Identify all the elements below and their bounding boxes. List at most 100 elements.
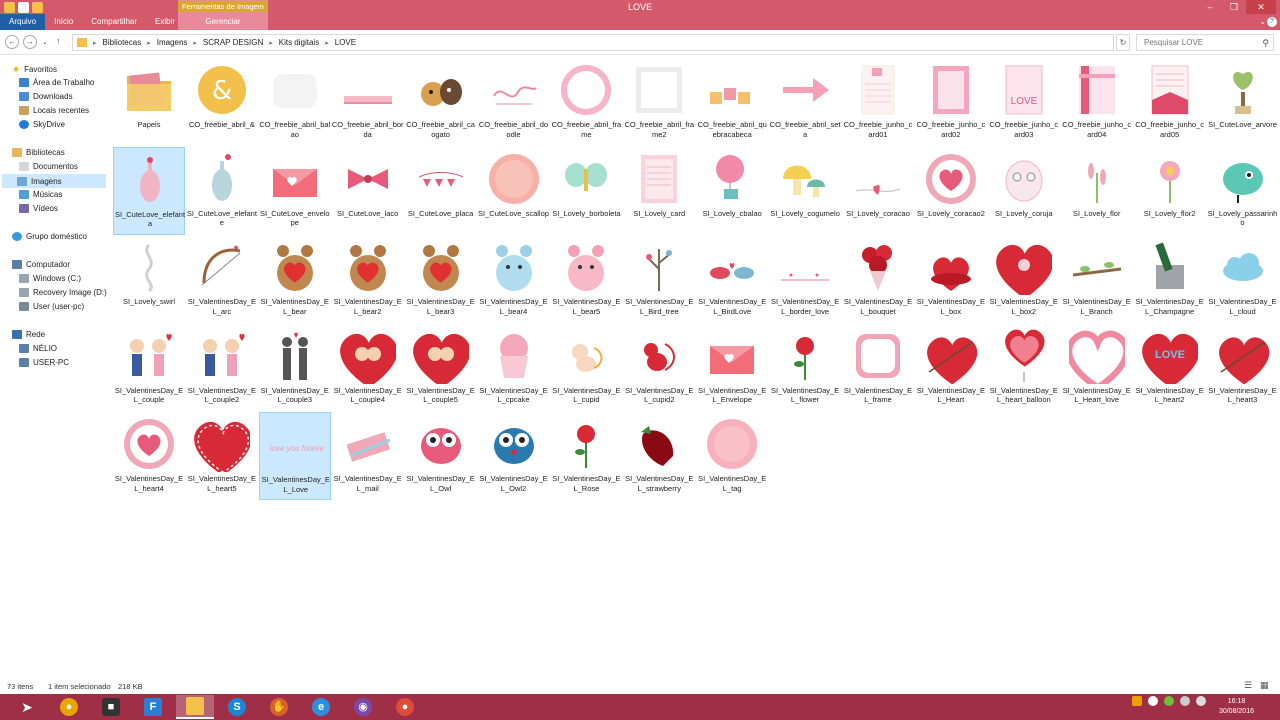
file-item[interactable]: SI_ValentinesDay_EL_mail [332,412,404,500]
file-item[interactable]: SI_ValentinesDay_EL_couple5 [405,324,477,412]
file-item[interactable]: SI_ValentinesDay_EL_Bird_tree [623,235,695,323]
file-item[interactable]: SI_CuteLove_elefante [186,147,258,235]
taskbar-app-3[interactable]: F [134,695,172,719]
file-item[interactable]: SI_ValentinesDay_EL_cloud [1207,235,1279,323]
file-item[interactable]: CO_freebie_abril_seta [769,58,841,146]
antivirus-icon[interactable] [1164,696,1174,706]
nav-videos[interactable]: Vídeos [19,204,58,213]
file-item[interactable]: CO_freebie_abril_frame [550,58,622,146]
start-button[interactable]: ➤ [8,695,46,719]
file-item[interactable]: SI_ValentinesDay_EL_couple4 [332,324,404,412]
taskbar-app-5[interactable]: S [218,695,256,719]
nav-computador[interactable]: Computador [12,260,70,269]
file-item[interactable]: SI_Lovely_borboleta [550,147,622,235]
up-icon[interactable]: ↑ [56,36,61,46]
breadcrumb-scrap-design[interactable]: SCRAP DESIGN [203,38,263,47]
file-item[interactable]: SI_ValentinesDay_EL_Heart_love [1061,324,1133,412]
nav-favoritos[interactable]: ★ Favoritos [12,64,57,75]
nav-imagens[interactable]: Imagens [2,174,106,188]
file-item[interactable]: SI_ValentinesDay_EL_box [915,235,987,323]
file-item[interactable]: CO_freebie_abril_caogato [405,58,477,146]
file-item[interactable]: CO_freebie_abril_frame2 [623,58,695,146]
file-item[interactable]: SI_Lovely_swirl [113,235,185,323]
nav-user-pc[interactable]: USER-PC [19,358,69,367]
close-icon[interactable]: ✕ [1246,0,1276,14]
nav-bibliotecas[interactable]: Bibliotecas [12,148,65,157]
file-item[interactable]: SI_ValentinesDay_EL_bear2 [332,235,404,323]
file-item[interactable]: & CO_freebie_abril_& [186,58,258,146]
file-item[interactable]: SI_ValentinesDay_EL_box2 [988,235,1060,323]
recent-locations-icon[interactable]: ⌄ [42,38,48,46]
file-item[interactable]: SI_CuteLove_elefanta [113,146,185,235]
file-item[interactable]: SI_ValentinesDay_EL_arc [186,235,258,323]
nav-windows-c[interactable]: Windows (C:) [19,274,81,283]
file-item[interactable]: SI_ValentinesDay_EL_heart_balloon [988,324,1060,412]
file-item[interactable]: SI_Lovely_cogumelo [769,147,841,235]
file-item[interactable]: SI_ValentinesDay_EL_Owl [405,412,477,500]
search-input[interactable]: Pesquisar LOVE ⚲ [1136,34,1274,51]
refresh-icon[interactable]: ↻ [1116,34,1130,51]
taskbar-app-6[interactable]: ✋ [260,695,298,719]
large-icons-view-icon[interactable]: ▦ [1260,680,1269,691]
tab-arquivo[interactable]: Arquivo [0,14,46,30]
file-item[interactable]: SI_CuteLove_envelope [259,147,331,235]
file-item[interactable]: SI_CuteLove_arvore [1207,58,1279,146]
search-icon[interactable]: ⚲ [1262,36,1269,51]
file-item[interactable]: SI_ValentinesDay_EL_bear5 [550,235,622,323]
file-item[interactable]: SI_Lovely_card [623,147,695,235]
details-view-icon[interactable]: ☰ [1244,680,1252,691]
file-item[interactable]: CO_freebie_junho_card05 [1134,58,1206,146]
file-item[interactable]: SI_Lovely_coruja [988,147,1060,235]
notification-flag-icon[interactable] [1132,696,1142,706]
file-item[interactable]: SI_ValentinesDay_EL_couple3 [259,324,331,412]
file-item[interactable]: SI_Lovely_passarinho [1207,147,1279,235]
forward-icon[interactable]: → [23,35,37,49]
breadcrumb-kits-digitais[interactable]: Kits digitais [279,38,319,47]
file-item[interactable]: SI_CuteLove_placa [405,147,477,235]
nav-nelio[interactable]: NÉLIO [19,344,57,353]
file-item[interactable]: SI_ValentinesDay_EL_BirdLove [696,235,768,323]
file-item[interactable]: SI_CuteLove_laco [332,147,404,235]
file-item[interactable]: SI_ValentinesDay_EL_heart3 [1207,324,1279,412]
file-item[interactable]: SI_ValentinesDay_EL_cupid [550,324,622,412]
file-item[interactable]: SI_ValentinesDay_EL_cupid2 [623,324,695,412]
nav-user-pc-drive[interactable]: User (user-pc) [19,302,84,311]
breadcrumb-bibliotecas[interactable]: Bibliotecas [103,38,142,47]
taskbar-chrome[interactable]: ● [386,695,424,719]
file-item[interactable]: SI_ValentinesDay_EL_bear4 [478,235,550,323]
file-item[interactable]: SI_ValentinesDay_EL_cpcake [478,324,550,412]
file-item[interactable]: CO_freebie_abril_quebracabeca [696,58,768,146]
file-item[interactable]: SI_ValentinesDay_EL_bouquet [842,235,914,323]
nav-grupo-domestico[interactable]: Grupo doméstico [12,232,87,241]
file-item[interactable]: SI_ValentinesDay_EL_bear [259,235,331,323]
tab-gerenciar[interactable]: Gerenciar [178,17,268,26]
breadcrumb-imagens[interactable]: Imagens [157,38,188,47]
file-item[interactable]: SI_ValentinesDay_EL_Heart [915,324,987,412]
nav-area-de-trabalho[interactable]: Área de Trabalho [19,78,94,87]
nav-rede[interactable]: Rede [12,330,45,339]
file-item[interactable]: CO_freebie_abril_doodle [478,58,550,146]
nav-documentos[interactable]: Documentos [19,162,78,171]
file-item[interactable]: SI_ValentinesDay_EL_frame [842,324,914,412]
breadcrumb[interactable]: ▸ Bibliotecas ▸ Imagens ▸ SCRAP DESIGN ▸… [72,34,1114,51]
file-item[interactable]: LOVE CO_freebie_junho_card03 [988,58,1060,146]
file-item[interactable]: SI_ValentinesDay_EL_flower [769,324,841,412]
taskbar-app-1[interactable]: ● [50,695,88,719]
file-item[interactable]: SI_ValentinesDay_EL_Branch [1061,235,1133,323]
breadcrumb-love[interactable]: LOVE [335,38,356,47]
file-item[interactable]: CO_freebie_abril_borda [332,58,404,146]
help-icon[interactable]: ? [1267,17,1277,27]
file-item[interactable]: CO_freebie_junho_card04 [1061,58,1133,146]
volume-icon[interactable] [1196,696,1206,706]
file-item[interactable]: SI_ValentinesDay_EL_couple [113,324,185,412]
taskbar-explorer[interactable] [176,695,214,719]
nav-locais-recentes[interactable]: Locais recentes [19,106,89,115]
maximize-icon[interactable]: ❐ [1222,0,1246,14]
clock[interactable]: 16:18 30/08/2016 [1219,697,1254,717]
file-item[interactable]: CO_freebie_abril_balao [259,58,331,146]
file-item[interactable]: Papeis [113,58,185,146]
nav-downloads[interactable]: Downloads [19,92,73,101]
file-item[interactable]: SI_ValentinesDay_EL_bear3 [405,235,477,323]
nav-musicas[interactable]: Músicas [19,190,62,199]
nav-recovery-d[interactable]: Recovery Image (D:) [19,288,107,297]
